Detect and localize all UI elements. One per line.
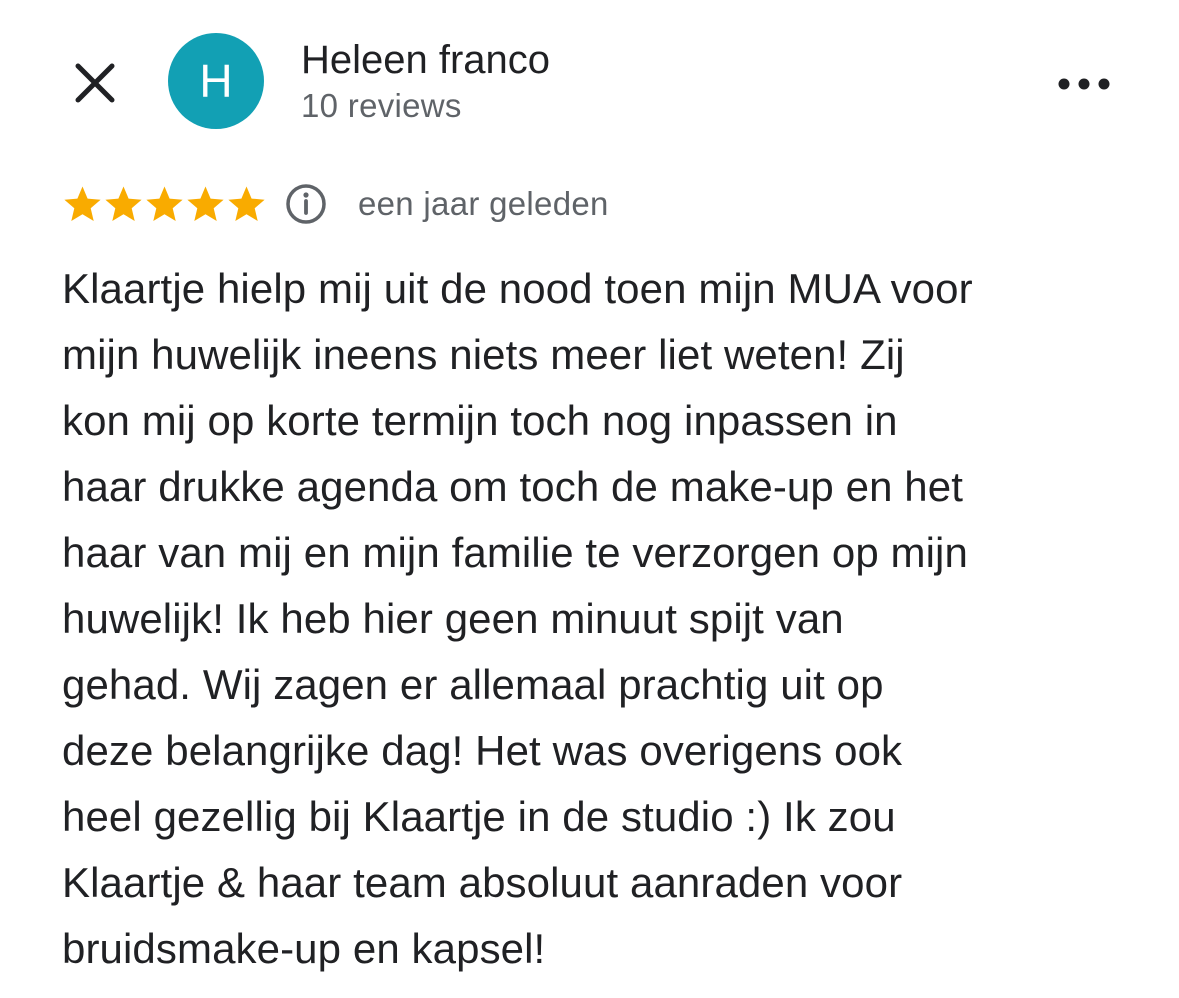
- review-text-line: haar drukke agenda om toch de make-up en…: [62, 463, 963, 510]
- star-icon: [185, 184, 226, 224]
- review-count: 10 reviews: [301, 87, 462, 124]
- review-meta: een jaar geleden: [62, 178, 762, 230]
- review-text-line: huwelijk! Ik heb hier geen minuut spijt …: [62, 595, 844, 642]
- review-text: Klaartje hielp mij uit de nood toen mijn…: [62, 256, 1142, 982]
- info-button[interactable]: [284, 182, 328, 226]
- review-text-line: kon mij op korte termijn toch nog inpass…: [62, 397, 898, 444]
- review-header: H Heleen franco 10 reviews: [0, 0, 1179, 160]
- review-date: een jaar geleden: [358, 185, 609, 222]
- review-text-line: bruidsmake-up en kapsel!: [62, 925, 546, 972]
- info-icon: [286, 184, 326, 224]
- review-text-line: Klaartje & haar team absoluut aanraden v…: [62, 859, 903, 906]
- star-icon: [144, 184, 185, 224]
- star-rating: [62, 184, 267, 224]
- review-text-line: heel gezellig bij Klaartje in de studio …: [62, 793, 896, 840]
- review-text-line: deze belangrijke dag! Het was overigens …: [62, 727, 903, 774]
- review-text-line: mijn huwelijk ineens niets meer liet wet…: [62, 331, 905, 378]
- close-button[interactable]: [66, 54, 124, 112]
- more-horizontal-icon: [1058, 78, 1110, 90]
- review-text-line: gehad. Wij zagen er allemaal prachtig ui…: [62, 661, 884, 708]
- review-text-line: haar van mij en mijn familie te verzorge…: [62, 529, 968, 576]
- close-icon: [75, 63, 115, 103]
- author-name[interactable]: Heleen franco: [301, 36, 550, 84]
- more-options-button[interactable]: [1054, 64, 1114, 104]
- star-icon: [226, 184, 267, 224]
- avatar[interactable]: H: [168, 33, 264, 129]
- star-icon: [62, 184, 103, 224]
- star-icon: [103, 184, 144, 224]
- review-text-line: Klaartje hielp mij uit de nood toen mijn…: [62, 265, 973, 312]
- avatar-initial: H: [199, 55, 233, 107]
